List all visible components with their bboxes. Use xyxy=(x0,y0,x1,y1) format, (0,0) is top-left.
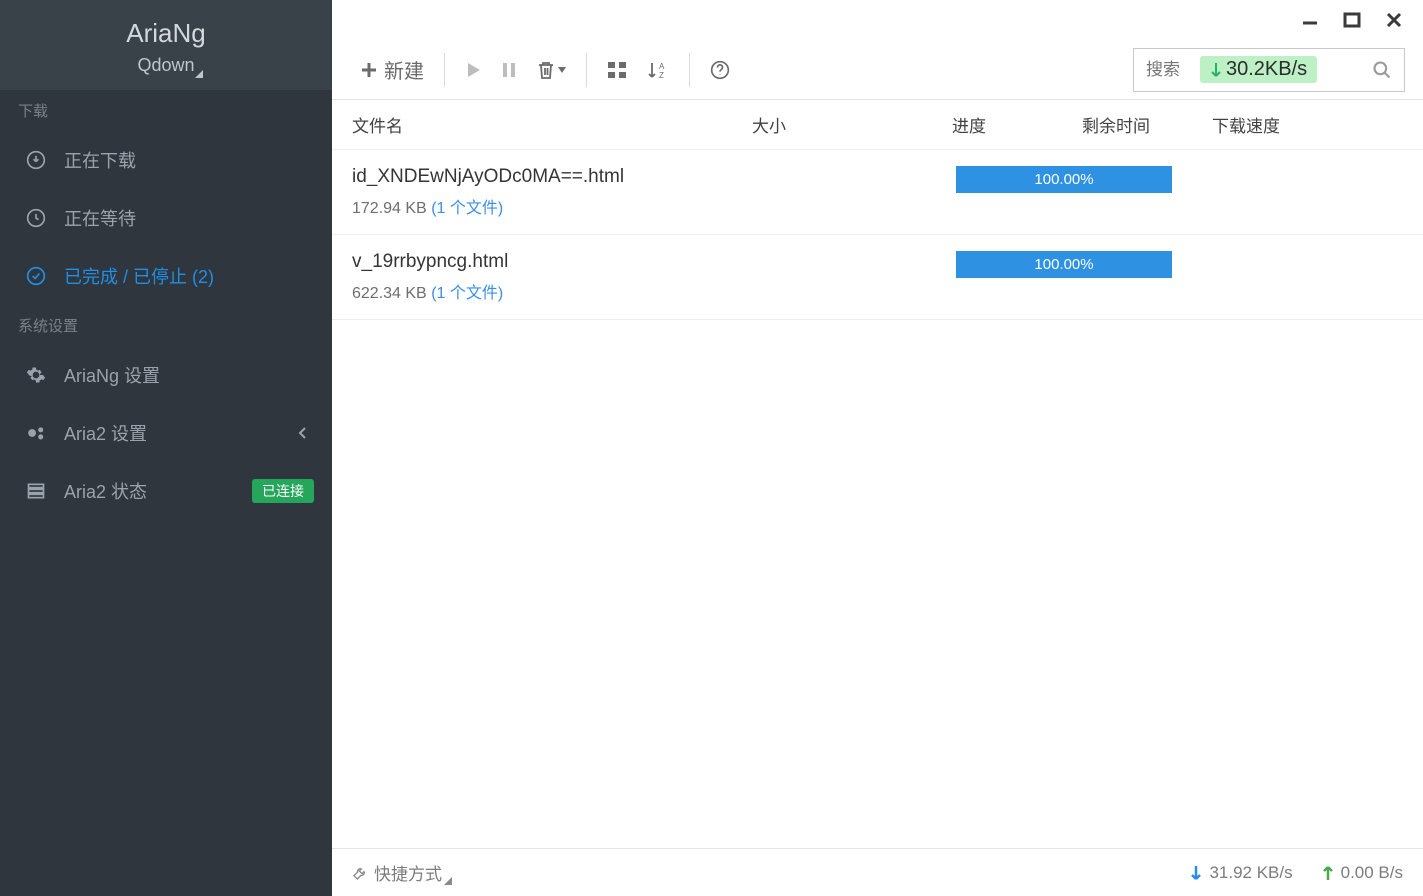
task-filename: id_XNDEwNjAyODc0MA==.html xyxy=(352,166,952,188)
sidebar-item-downloading[interactable]: 正在下载 xyxy=(0,131,332,189)
help-button[interactable] xyxy=(700,54,740,86)
download-speed-stat[interactable]: 31.92 KB/s xyxy=(1189,863,1292,883)
window-close-icon[interactable] xyxy=(1385,11,1403,29)
status-bar: 快捷方式 31.92 KB/s 0.00 B/s xyxy=(332,848,1423,896)
upload-speed-value: 0.00 B/s xyxy=(1341,863,1403,883)
column-remaining[interactable]: 剩余时间 xyxy=(1082,112,1212,137)
task-filename: v_19rrbypncg.html xyxy=(352,251,952,273)
sidebar-item-aria2-settings[interactable]: Aria2 设置 xyxy=(0,404,332,462)
delete-button[interactable] xyxy=(527,54,576,86)
toolbar-separator xyxy=(586,53,587,87)
task-file-count[interactable]: (1 个文件) xyxy=(431,285,503,302)
toolbar: 新建 AZ xyxy=(332,40,1423,100)
shortcut-label: 快捷方式 xyxy=(374,860,442,885)
sidebar-item-waiting[interactable]: 正在等待 xyxy=(0,189,332,247)
main-area: 新建 AZ xyxy=(332,0,1423,896)
table-row[interactable]: v_19rrbypncg.html 622.34 KB (1 个文件) 100.… xyxy=(332,235,1423,320)
sidebar-item-label: 正在下载 xyxy=(64,147,136,173)
progress-bar: 100.00% xyxy=(956,166,1172,193)
window-minimize-icon[interactable] xyxy=(1301,11,1319,29)
clock-icon xyxy=(22,208,50,228)
table-row[interactable]: id_XNDEwNjAyODc0MA==.html 172.94 KB (1 个… xyxy=(332,150,1423,235)
gears-icon xyxy=(22,423,50,443)
search-box[interactable]: 30.2KB/s xyxy=(1133,48,1405,92)
window-titlebar xyxy=(332,0,1423,40)
sidebar-item-finished[interactable]: 已完成 / 已停止 (2) xyxy=(0,247,332,305)
sort-button[interactable]: AZ xyxy=(637,54,679,86)
table-header: 文件名 大小 进度 剩余时间 下载速度 xyxy=(332,100,1423,150)
app-title: AriaNg xyxy=(0,18,332,49)
search-icon[interactable] xyxy=(1372,60,1392,80)
gear-icon xyxy=(22,365,50,385)
app-subtitle[interactable]: Qdown xyxy=(137,55,194,76)
search-input[interactable] xyxy=(1146,60,1206,80)
sidebar-item-label: Aria2 设置 xyxy=(64,420,147,446)
task-list: id_XNDEwNjAyODc0MA==.html 172.94 KB (1 个… xyxy=(332,150,1423,848)
column-progress[interactable]: 进度 xyxy=(952,112,1082,137)
wrench-icon xyxy=(352,865,368,881)
sidebar-item-ariang-settings[interactable]: AriaNg 设置 xyxy=(0,346,332,404)
svg-text:A: A xyxy=(659,62,665,71)
chevron-left-icon xyxy=(298,426,308,440)
download-circle-icon xyxy=(22,150,50,170)
task-size: 622.34 KB xyxy=(352,285,427,302)
toolbar-separator xyxy=(689,53,690,87)
brand-header[interactable]: AriaNg Qdown xyxy=(0,0,332,90)
speed-overlay-value: 30.2KB/s xyxy=(1226,58,1307,81)
task-size: 172.94 KB xyxy=(352,200,427,217)
sidebar-item-label: AriaNg 设置 xyxy=(64,362,160,388)
sidebar-section-downloads: 下载 xyxy=(0,90,332,131)
sidebar-section-system: 系统设置 xyxy=(0,305,332,346)
sidebar-item-label: Aria2 状态 xyxy=(64,478,147,504)
svg-text:Z: Z xyxy=(659,71,664,80)
status-badge: 已连接 xyxy=(252,479,314,503)
column-speed[interactable]: 下载速度 xyxy=(1212,112,1332,137)
new-task-button[interactable]: 新建 xyxy=(350,49,434,90)
sidebar-item-label: 已完成 / 已停止 (2) xyxy=(64,263,214,289)
sidebar-item-aria2-status[interactable]: Aria2 状态 已连接 xyxy=(0,462,332,520)
progress-bar: 100.00% xyxy=(956,251,1172,278)
speed-overlay: 30.2KB/s xyxy=(1200,56,1317,83)
task-file-count[interactable]: (1 个文件) xyxy=(431,200,503,217)
column-size[interactable]: 大小 xyxy=(752,112,952,137)
toolbar-separator xyxy=(444,53,445,87)
arrow-down-icon xyxy=(1189,865,1203,881)
progress-value: 100.00% xyxy=(1034,171,1093,188)
pause-button[interactable] xyxy=(491,55,527,85)
column-name[interactable]: 文件名 xyxy=(352,112,752,137)
server-icon xyxy=(22,481,50,501)
download-speed-value: 31.92 KB/s xyxy=(1209,863,1292,883)
view-grid-button[interactable] xyxy=(597,55,637,85)
upload-speed-stat[interactable]: 0.00 B/s xyxy=(1321,863,1403,883)
sidebar-item-label: 正在等待 xyxy=(64,205,136,231)
new-task-label: 新建 xyxy=(384,55,424,84)
check-circle-icon xyxy=(22,266,50,286)
arrow-up-icon xyxy=(1321,865,1335,881)
window-maximize-icon[interactable] xyxy=(1343,11,1361,29)
sidebar: AriaNg Qdown 下载 正在下载 正在等待 已完成 / 已停止 (2) … xyxy=(0,0,332,896)
progress-value: 100.00% xyxy=(1034,256,1093,273)
shortcut-button[interactable]: 快捷方式 xyxy=(352,860,442,885)
start-button[interactable] xyxy=(455,55,491,85)
